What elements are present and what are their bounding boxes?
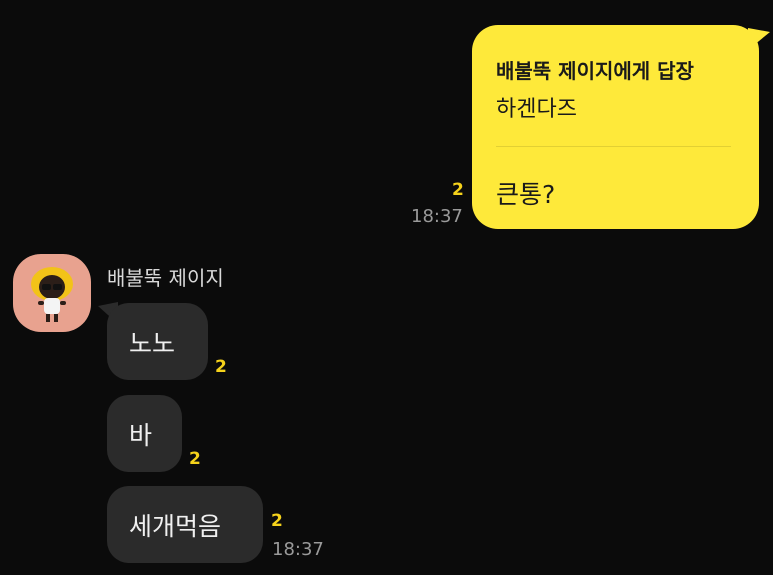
incoming-message[interactable]: 노노 — [107, 303, 208, 380]
chat-room: 배불뚝 제이지에게 답장 하겐다즈 큰통? 2 18:37 배불뚝 제이지 노노… — [0, 0, 773, 575]
avatar[interactable] — [13, 254, 91, 332]
unread-count: 2 — [452, 180, 464, 200]
sender-name[interactable]: 배불뚝 제이지 — [107, 262, 224, 291]
reply-header: 배불뚝 제이지에게 답장 — [496, 59, 694, 83]
reply-divider — [496, 146, 731, 147]
unread-count: 2 — [271, 511, 283, 531]
incoming-message[interactable]: 바 — [107, 395, 182, 472]
outgoing-message-text: 큰통? — [496, 180, 556, 209]
quoted-message[interactable]: 하겐다즈 — [496, 91, 577, 123]
unread-count: 2 — [215, 357, 227, 377]
message-time: 18:37 — [411, 206, 463, 227]
unread-count: 2 — [189, 449, 201, 469]
outgoing-reply-bubble[interactable]: 배불뚝 제이지에게 답장 하겐다즈 큰통? — [472, 25, 759, 229]
profile-character-icon — [31, 267, 73, 322]
message-time: 18:37 — [272, 539, 324, 560]
incoming-message[interactable]: 세개먹음 — [107, 486, 263, 563]
